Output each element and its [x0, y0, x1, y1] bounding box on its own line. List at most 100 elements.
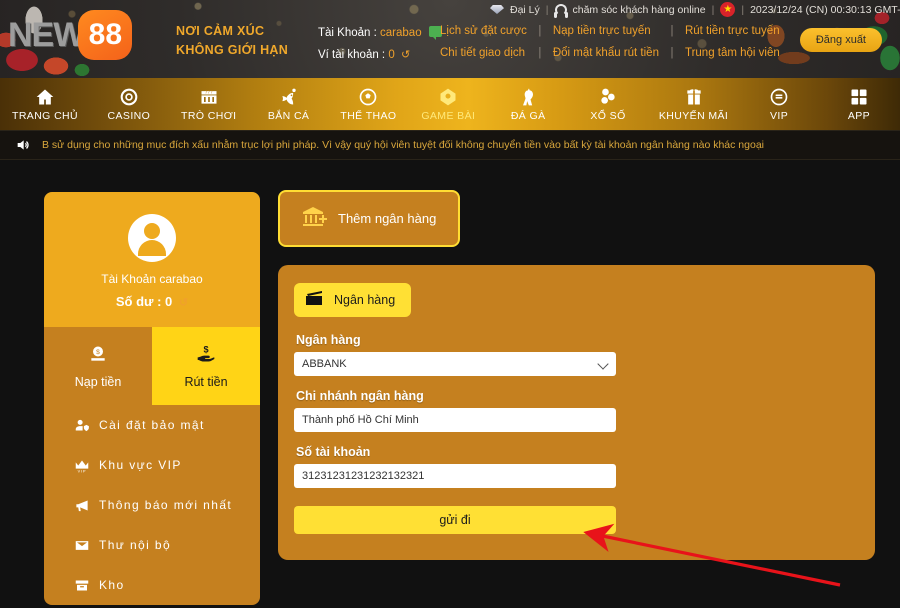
bank-section-tag[interactable]: Ngân hàng	[294, 283, 412, 317]
site-logo[interactable]: NEW 88	[8, 10, 133, 60]
nav-item-tro-choi[interactable]: 777 TRÒ CHƠI	[180, 87, 238, 122]
nav-item-the-thao[interactable]: THỂ THAO	[339, 87, 397, 122]
soccer-ball-icon	[358, 87, 378, 107]
sidebar-item-label: Thư nội bộ	[99, 538, 172, 552]
casino-chip-icon	[119, 87, 139, 107]
logo-text: NEW	[8, 15, 85, 54]
svg-text:$: $	[96, 349, 100, 356]
account-name: carabao	[380, 27, 422, 39]
headset-icon	[553, 3, 568, 18]
support-link[interactable]: chăm sóc khách hàng online	[573, 4, 706, 16]
sidebar-item-label: Khu vực VIP	[99, 458, 182, 472]
nav-item-vip[interactable]: VIP	[750, 87, 808, 122]
nav-item-xo-so[interactable]: XỔ SỐ	[579, 87, 637, 122]
nav-item-khuyen-mai[interactable]: KHUYẾN MÃI	[659, 87, 728, 122]
nav-label: VIP	[770, 109, 789, 122]
separator-1: |	[545, 3, 549, 16]
main-navigation: TRANG CHỦ CASINO 777 TRÒ CHƠI BẮN CÁ THỂ	[0, 78, 900, 130]
link-separator: |	[538, 47, 542, 59]
sidebar-item-security[interactable]: Cài đặt bảo mật	[44, 405, 260, 445]
sidebar-item-label: Kho	[99, 578, 125, 592]
sidebar-item-notifications[interactable]: Thông báo mới nhất	[44, 485, 260, 525]
nav-label: TRANG CHỦ	[12, 109, 79, 122]
nav-label: KHUYẾN MÃI	[658, 109, 729, 122]
bank-tag-label: Ngân hàng	[334, 293, 396, 307]
agent-link[interactable]: Đại Lý	[510, 4, 540, 16]
envelope-icon	[75, 540, 89, 550]
logout-button[interactable]: Đăng xuất	[799, 28, 882, 52]
account-number-input[interactable]	[294, 464, 616, 488]
profile-card: Tài Khoản carabao Số dư : 0 ↺	[44, 192, 260, 327]
speaker-icon	[14, 137, 32, 153]
crown-vip-icon: VIP	[75, 460, 89, 473]
site-header: NEW 88 NƠI CẢM XÚC KHÔNG GIỚI HẠN Tài Kh…	[0, 0, 900, 78]
balance-value: 0	[165, 294, 173, 309]
profile-balance: Số dư : 0 ↺	[44, 294, 260, 309]
announcement-text: B sử dụng cho những mục đích xấu nhằm tr…	[42, 139, 764, 151]
sidebar-item-label: Cài đặt bảo mật	[99, 418, 205, 432]
sidebar-item-storage[interactable]: Kho	[44, 565, 260, 605]
deposit-coin-icon: $	[87, 344, 109, 367]
refresh-balance-icon[interactable]: ↺	[401, 49, 410, 61]
vietnam-flag-icon[interactable]: ★	[720, 2, 736, 17]
balance-label: Số dư :	[115, 294, 162, 309]
nav-label: APP	[847, 109, 871, 122]
apps-grid-icon	[849, 87, 869, 107]
user-shield-icon	[75, 419, 89, 431]
wallet-value: 0	[388, 49, 395, 61]
wallet-label: Ví tài khoản :	[318, 49, 386, 61]
nav-label: ĐÁ GÀ	[510, 109, 546, 122]
add-bank-button[interactable]: Thêm ngân hàng	[278, 190, 461, 247]
bank-field-label: Ngân hàng	[296, 333, 361, 347]
separator-2: |	[711, 3, 715, 16]
bank-plus-icon	[302, 206, 328, 231]
nav-item-ban-ca[interactable]: BẮN CÁ	[260, 87, 318, 122]
withdraw-button[interactable]: $ Rút tiền	[152, 327, 260, 405]
bank-select-wrapper: ABBANK	[294, 352, 616, 376]
header-utility-row: Đại Lý | chăm sóc khách hàng online | ★ …	[490, 2, 900, 18]
nav-label: XỔ SỐ	[590, 109, 626, 122]
link-separator: |	[670, 25, 674, 37]
deposit-button[interactable]: $ Nạp tiền	[44, 327, 152, 405]
nav-label: GAME BÀI	[421, 109, 476, 122]
link-separator: |	[538, 25, 542, 37]
archive-icon	[75, 580, 89, 590]
rooster-icon	[518, 87, 538, 107]
nav-item-da-ga[interactable]: ĐÁ GÀ	[499, 87, 557, 122]
nav-item-trang-chu[interactable]: TRANG CHỦ	[12, 87, 78, 122]
link-change-withdraw-password[interactable]: Đổi mật khẩu rút tiền	[553, 44, 659, 62]
bank-select[interactable]: ABBANK	[294, 352, 616, 376]
link-transaction-detail[interactable]: Chi tiết giao dịch	[440, 44, 527, 62]
wallet-row: Ví tài khoản : 0 ↺	[318, 44, 442, 66]
branch-field-label: Chi nhánh ngân hàng	[296, 389, 424, 403]
nav-item-game-bai[interactable]: GAME BÀI	[419, 87, 477, 122]
sidebar-item-inbox[interactable]: Thư nội bộ	[44, 525, 260, 565]
nav-label: TRÒ CHƠI	[181, 109, 237, 122]
withdraw-hand-icon: $	[195, 344, 217, 367]
branch-input[interactable]	[294, 408, 616, 432]
vip-medal-icon	[769, 87, 789, 107]
link-bet-history[interactable]: Lịch sử đặt cược	[440, 22, 527, 40]
nav-item-casino[interactable]: CASINO	[100, 87, 158, 122]
account-summary: Tài Khoản : carabao Ví tài khoản : 0 ↺	[318, 22, 442, 66]
logo-badge: 88	[78, 10, 133, 60]
sidebar-item-vip[interactable]: VIP Khu vực VIP	[44, 445, 260, 485]
site-slogan: NƠI CẢM XÚC KHÔNG GIỚI HẠN	[176, 22, 288, 60]
page-content: Tài Khoản carabao Số dư : 0 ↺ $ Nạp tiền…	[0, 160, 900, 605]
gift-icon	[684, 87, 704, 107]
nav-item-app[interactable]: APP	[830, 87, 888, 122]
link-member-center[interactable]: Trung tâm hội viên	[685, 44, 780, 62]
svg-text:777: 777	[205, 89, 213, 94]
withdraw-label: Rút tiền	[184, 374, 228, 389]
link-online-deposit[interactable]: Nạp tiền trực tuyến	[553, 22, 659, 40]
separator-3: |	[741, 3, 745, 16]
refresh-balance-icon[interactable]: ↺	[179, 297, 188, 309]
lottery-balls-icon	[598, 87, 618, 107]
slogan-line-1: NƠI CẢM XÚC	[176, 24, 265, 38]
sidebar-item-label: Thông báo mới nhất	[99, 498, 233, 512]
payment-actions: $ Nạp tiền $ Rút tiền	[44, 327, 260, 405]
link-separator: |	[670, 47, 674, 59]
submit-button[interactable]: gửi đi	[294, 506, 616, 534]
link-online-withdraw[interactable]: Rút tiền trực tuyến	[685, 22, 780, 40]
megaphone-icon	[76, 500, 88, 511]
